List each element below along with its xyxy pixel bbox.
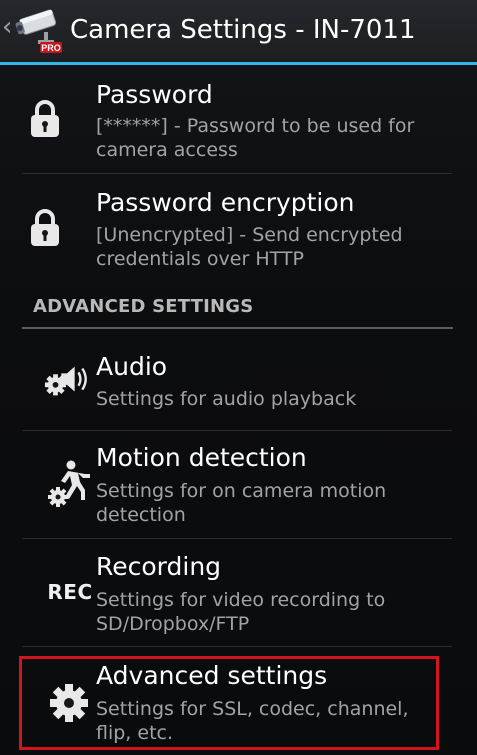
pref-summary: Settings for on camera motion detection <box>96 480 387 526</box>
section-header: ADVANCED SETTINGS <box>33 296 254 317</box>
divider <box>22 173 452 174</box>
highlight-box <box>19 656 439 750</box>
pref-summary: Settings for audio playback <box>96 388 357 410</box>
divider <box>22 646 452 647</box>
pref-title: Password <box>96 80 213 109</box>
pref-title: Password encryption <box>96 188 355 217</box>
security-camera-pro-icon[interactable]: PRO <box>14 6 64 54</box>
pref-summary: [Unencrypted] - Send encrypted credentia… <box>96 224 403 270</box>
pref-title: Motion detection <box>96 443 307 472</box>
action-bar: ‹ PRO Camera Settings - IN-7011 <box>0 0 477 62</box>
divider <box>22 538 452 539</box>
lock-icon <box>22 96 68 142</box>
page-title: Camera Settings - IN-7011 <box>70 15 416 45</box>
motion-settings-icon <box>46 460 92 507</box>
screen: ‹ PRO Camera Settings - IN-7011 Password… <box>0 0 477 755</box>
divider <box>22 430 452 431</box>
section-divider <box>22 327 453 329</box>
pro-badge: PRO <box>41 43 61 53</box>
chevron-left-icon[interactable]: ‹ <box>2 14 12 40</box>
pref-summary: [******] - Password to be used for camer… <box>96 115 415 161</box>
audio-settings-icon <box>44 358 90 404</box>
pref-summary: Settings for video recording to SD/Dropb… <box>96 589 386 635</box>
rec-icon: REC <box>45 569 95 615</box>
rec-icon-label: REC <box>47 580 93 604</box>
pref-title: Audio <box>96 352 168 381</box>
lock-icon <box>22 205 68 251</box>
actionbar-accent-line <box>0 62 477 65</box>
pref-title: Recording <box>96 552 222 581</box>
